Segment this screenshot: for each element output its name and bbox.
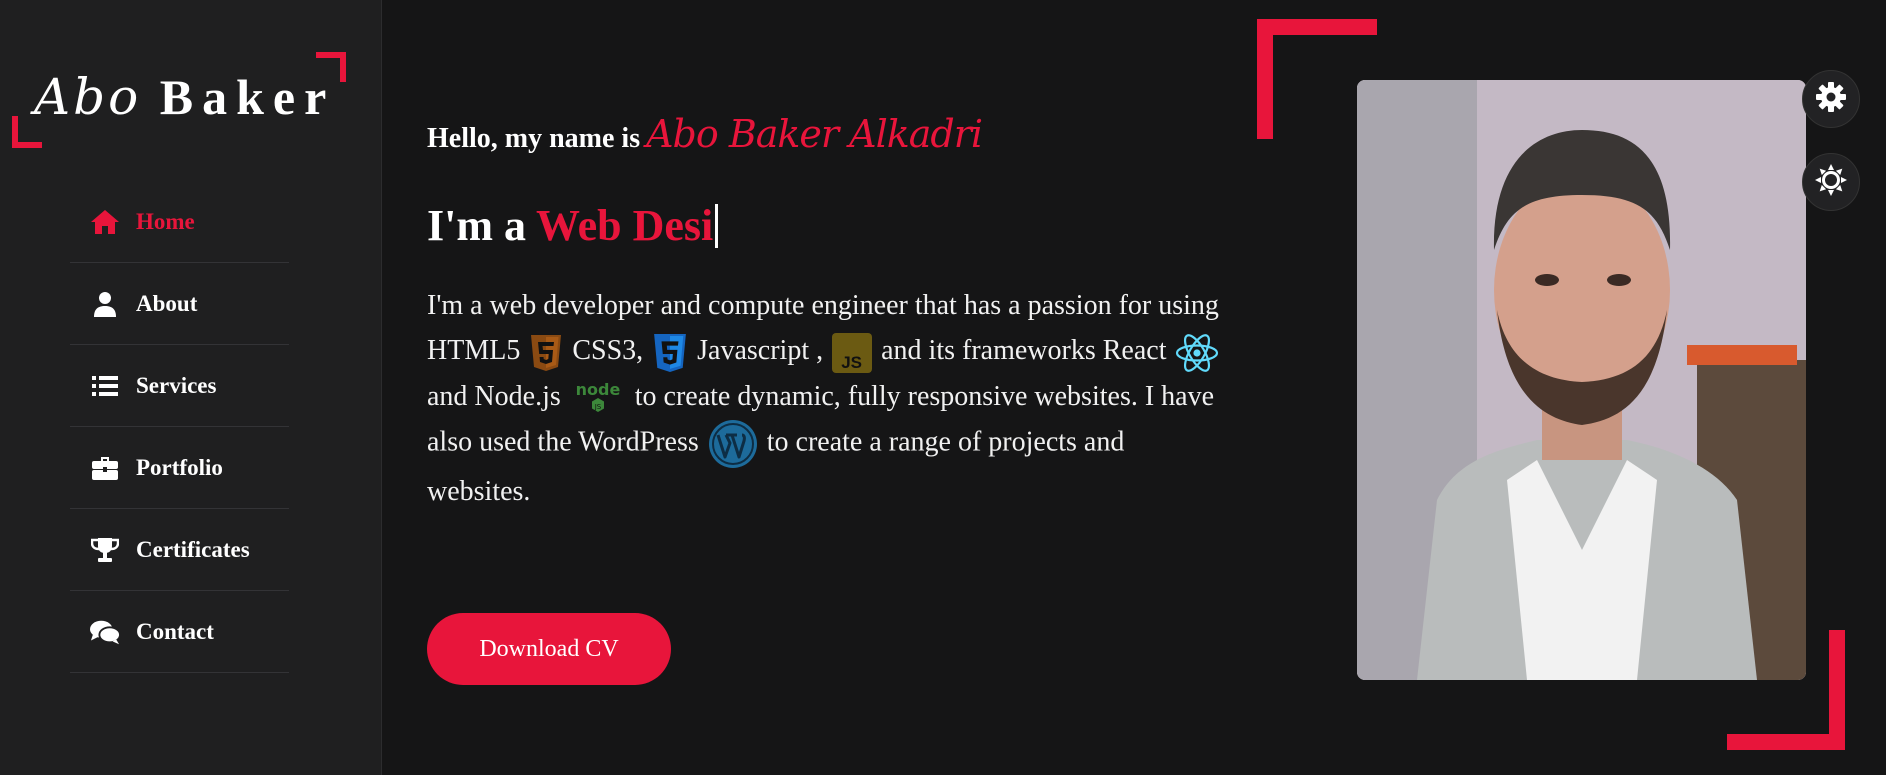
nav-item-about[interactable]: About <box>70 263 289 345</box>
theme-toggle-button[interactable] <box>1802 153 1860 211</box>
role-prefix: I'm a <box>427 201 526 250</box>
gear-icon <box>1815 81 1847 118</box>
hero-description: I'm a web developer and compute engineer… <box>427 283 1227 514</box>
nav-item-label: Certificates <box>136 536 250 562</box>
user-icon <box>90 289 120 319</box>
sidebar: Abo Baker Home About Services Portfolio … <box>0 0 382 775</box>
settings-button[interactable] <box>1802 70 1860 128</box>
nav-item-certificates[interactable]: Certificates <box>70 509 289 591</box>
nav-item-label: About <box>136 290 198 316</box>
description-text: and its frameworks React <box>881 335 1167 366</box>
brand-script-text: Abo <box>34 68 142 126</box>
react-icon <box>1175 333 1219 373</box>
wordpress-icon <box>708 419 758 469</box>
home-icon <box>90 207 120 237</box>
list-icon <box>90 371 120 401</box>
nav-item-contact[interactable]: Contact <box>70 591 289 673</box>
nav-item-label: Services <box>136 372 217 398</box>
brand-bold-text: Baker <box>159 69 336 125</box>
main-nav: Home About Services Portfolio Certificat… <box>70 181 289 673</box>
svg-text:JS: JS <box>594 403 602 411</box>
profile-photo <box>1357 80 1806 680</box>
javascript-icon: JS <box>832 332 873 373</box>
sun-icon <box>1814 163 1848 202</box>
nav-item-label: Home <box>136 208 195 234</box>
description-text: CSS3, <box>572 335 644 366</box>
css3-icon <box>652 332 688 374</box>
svg-text:JS: JS <box>841 353 862 372</box>
nav-item-portfolio[interactable]: Portfolio <box>70 427 289 509</box>
nav-item-services[interactable]: Services <box>70 345 289 427</box>
svg-text:node: node <box>575 380 620 399</box>
briefcase-icon <box>90 453 120 483</box>
download-cv-button[interactable]: Download CV <box>427 613 671 685</box>
trophy-icon <box>90 535 120 565</box>
description-text: Javascript , <box>697 335 824 366</box>
description-text: and Node.js <box>427 380 561 412</box>
comments-icon <box>90 617 120 647</box>
greeting-line: Hello, my name is Abo Baker Alkadri <box>427 112 983 156</box>
nav-item-label: Portfolio <box>136 454 223 480</box>
html5-icon <box>529 334 563 372</box>
brand-logo[interactable]: Abo Baker <box>34 68 335 126</box>
nav-item-label: Contact <box>136 618 214 644</box>
greeting-text: Hello, my name is <box>427 123 641 154</box>
role-heading: I'm a Web Desi <box>427 200 719 251</box>
photo-corner-decoration <box>1727 630 1845 750</box>
nav-item-home[interactable]: Home <box>70 181 289 263</box>
typing-cursor <box>715 203 719 248</box>
nodejs-icon: node JS <box>570 378 626 418</box>
hero-name: Abo Baker Alkadri <box>646 112 983 156</box>
role-typed-text: Web Desi <box>536 201 714 250</box>
